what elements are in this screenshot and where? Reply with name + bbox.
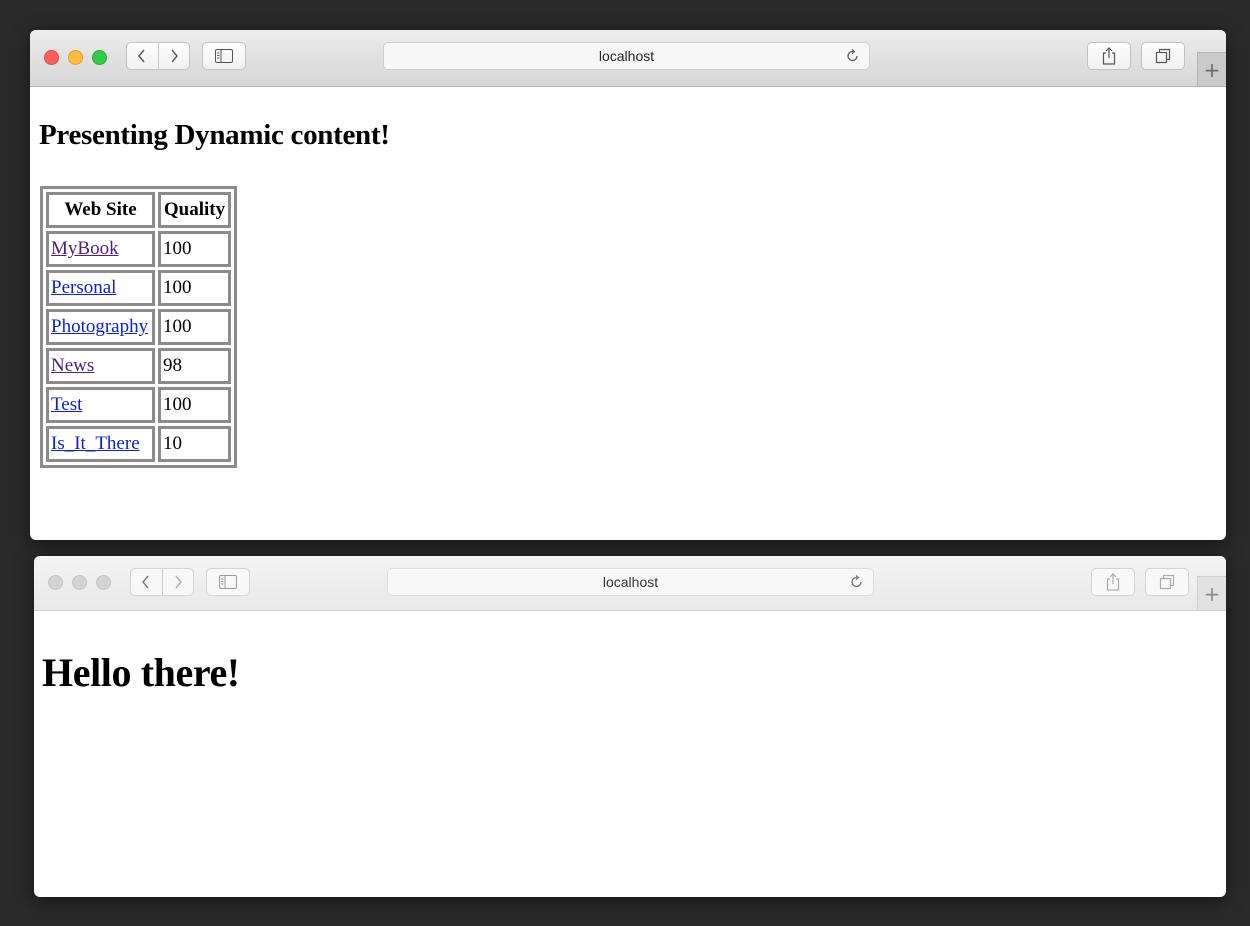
column-header-web-site: Web Site (46, 192, 155, 228)
forward-button[interactable] (161, 569, 194, 595)
browser-window-inactive: localhost + Hello there! (34, 556, 1226, 897)
site-cell: News (46, 348, 155, 384)
table-row: Photography 100 (46, 309, 231, 345)
address-bar[interactable]: localhost (387, 568, 874, 596)
back-button[interactable] (131, 569, 162, 595)
close-window-button[interactable] (48, 575, 63, 590)
quality-cell: 10 (158, 426, 231, 462)
sidebar-icon (215, 49, 233, 63)
table-row: Test 100 (46, 387, 231, 423)
table-row: Is_It_There 10 (46, 426, 231, 462)
forward-icon (171, 49, 178, 63)
site-link-photography[interactable]: Photography (51, 316, 148, 337)
site-cell: Is_It_There (46, 426, 155, 462)
tabs-icon (1155, 48, 1171, 64)
table-header-row: Web Site Quality (46, 192, 231, 228)
quality-cell: 100 (158, 270, 231, 306)
sidebar-icon (219, 575, 237, 589)
quality-cell: 98 (158, 348, 231, 384)
reload-button[interactable] (845, 48, 861, 67)
share-button[interactable] (1091, 568, 1135, 596)
forward-button[interactable] (157, 43, 190, 69)
new-tab-button[interactable]: + (1197, 576, 1226, 610)
show-tabs-button[interactable] (1141, 42, 1185, 70)
site-cell: Personal (46, 270, 155, 306)
minimize-window-button[interactable] (68, 50, 83, 65)
column-header-quality: Quality (158, 192, 231, 228)
sidebar-button[interactable] (202, 42, 246, 70)
sidebar-button[interactable] (206, 568, 250, 596)
zoom-window-button[interactable] (92, 50, 107, 65)
site-link-mybook[interactable]: MyBook (51, 238, 119, 259)
site-link-news[interactable]: News (51, 355, 94, 376)
reload-icon (847, 49, 858, 62)
table-row: MyBook 100 (46, 231, 231, 267)
minimize-window-button[interactable] (72, 575, 87, 590)
page-heading: Presenting Dynamic content! (39, 119, 390, 151)
navigation-buttons (130, 568, 194, 596)
site-cell: Photography (46, 309, 155, 345)
table-row: Personal 100 (46, 270, 231, 306)
address-text: localhost (598, 48, 655, 64)
reload-icon (851, 575, 862, 588)
back-icon (142, 575, 149, 589)
share-icon (1102, 47, 1116, 65)
address-bar[interactable]: localhost (383, 42, 870, 70)
reload-button[interactable] (849, 574, 865, 593)
navigation-buttons (126, 42, 190, 70)
site-link-personal[interactable]: Personal (51, 277, 116, 298)
quality-cell: 100 (158, 309, 231, 345)
quality-cell: 100 (158, 231, 231, 267)
quality-cell: 100 (158, 387, 231, 423)
sites-table: Web Site Quality MyBook 100 Personal 100… (40, 186, 237, 468)
site-link-is-it-there[interactable]: Is_It_There (51, 433, 140, 454)
zoom-window-button[interactable] (96, 575, 111, 590)
back-icon (138, 49, 145, 63)
tabs-icon (1159, 574, 1175, 590)
back-button[interactable] (127, 43, 158, 69)
page-content: Hello there! (34, 611, 1226, 897)
share-button[interactable] (1087, 42, 1131, 70)
browser-toolbar: localhost + (34, 556, 1226, 611)
close-window-button[interactable] (44, 50, 59, 65)
site-link-test[interactable]: Test (51, 394, 82, 415)
show-tabs-button[interactable] (1145, 568, 1189, 596)
page-heading: Hello there! (42, 650, 240, 695)
new-tab-button[interactable]: + (1197, 52, 1226, 86)
browser-window-active: localhost + Presenting Dynamic content! … (30, 30, 1226, 540)
forward-icon (175, 575, 182, 589)
share-icon (1106, 573, 1120, 591)
table-row: News 98 (46, 348, 231, 384)
site-cell: MyBook (46, 231, 155, 267)
browser-toolbar: localhost + (30, 30, 1226, 87)
address-text: localhost (602, 574, 659, 590)
plus-icon: + (1203, 581, 1221, 606)
page-content: Presenting Dynamic content! Web Site Qua… (30, 87, 1226, 540)
desktop: { "windows": [ { "address": "localhost",… (0, 0, 1250, 926)
plus-icon: + (1203, 57, 1221, 82)
site-cell: Test (46, 387, 155, 423)
